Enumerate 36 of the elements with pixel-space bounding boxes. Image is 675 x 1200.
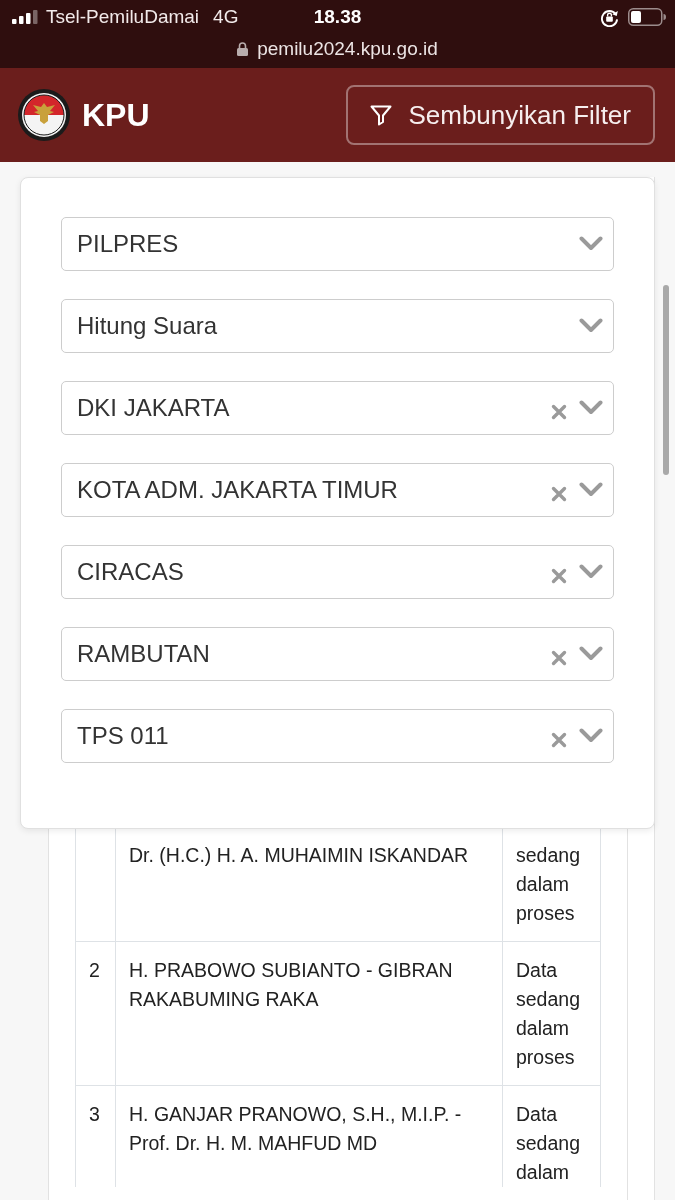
chevron-down-icon[interactable]: [579, 399, 603, 415]
table-cell: H. PRABOWO SUBIANTO - GIBRAN RAKABUMING RAKA: [115, 941, 503, 1086]
site-title[interactable]: KPU: [82, 96, 150, 134]
dropdown-select[interactable]: Hitung Suara: [61, 299, 614, 353]
chevron-down-icon[interactable]: [579, 317, 603, 333]
battery-icon: [628, 8, 666, 26]
clear-icon[interactable]: [551, 404, 567, 420]
chevron-down-icon[interactable]: [579, 563, 603, 579]
network-type: 4G: [213, 6, 239, 28]
dropdown-select[interactable]: RAMBUTAN: [61, 627, 614, 681]
url-text[interactable]: pemilu2024.kpu.go.id: [257, 38, 438, 60]
clock-time: 18.38: [312, 6, 363, 28]
carrier-name: Tsel-PemiluDamai: [46, 6, 200, 28]
clear-icon[interactable]: [551, 732, 567, 748]
filter-icon: [369, 103, 394, 127]
chevron-down-icon[interactable]: [579, 481, 603, 497]
lock-icon: [237, 42, 249, 56]
chevron-down-icon[interactable]: [579, 235, 603, 251]
hide-filter-button[interactable]: Sembunyikan Filter: [346, 85, 655, 145]
dropdown-select[interactable]: PILPRES: [61, 217, 614, 271]
dropdown-select[interactable]: DKI JAKARTA: [61, 381, 614, 435]
table-cell: 2: [75, 941, 116, 1086]
dropdown-select[interactable]: CIRACAS: [61, 545, 614, 599]
dropdown-select[interactable]: KOTA ADM. JAKARTA TIMUR: [61, 463, 614, 517]
chevron-down-icon[interactable]: [579, 727, 603, 743]
signal-icon: [12, 10, 38, 24]
clear-icon[interactable]: [551, 650, 567, 666]
emblem-icon[interactable]: [18, 89, 70, 141]
chevron-down-icon[interactable]: [579, 645, 603, 661]
dropdown-select[interactable]: TPS 011: [61, 709, 614, 763]
orientation-lock-icon: [600, 7, 619, 27]
table-cell: Data sedang dalam proses: [502, 941, 601, 1086]
scrollbar[interactable]: [663, 285, 669, 475]
table-cell: 3: [75, 1085, 116, 1187]
clear-icon[interactable]: [551, 568, 567, 584]
clear-icon[interactable]: [551, 486, 567, 502]
